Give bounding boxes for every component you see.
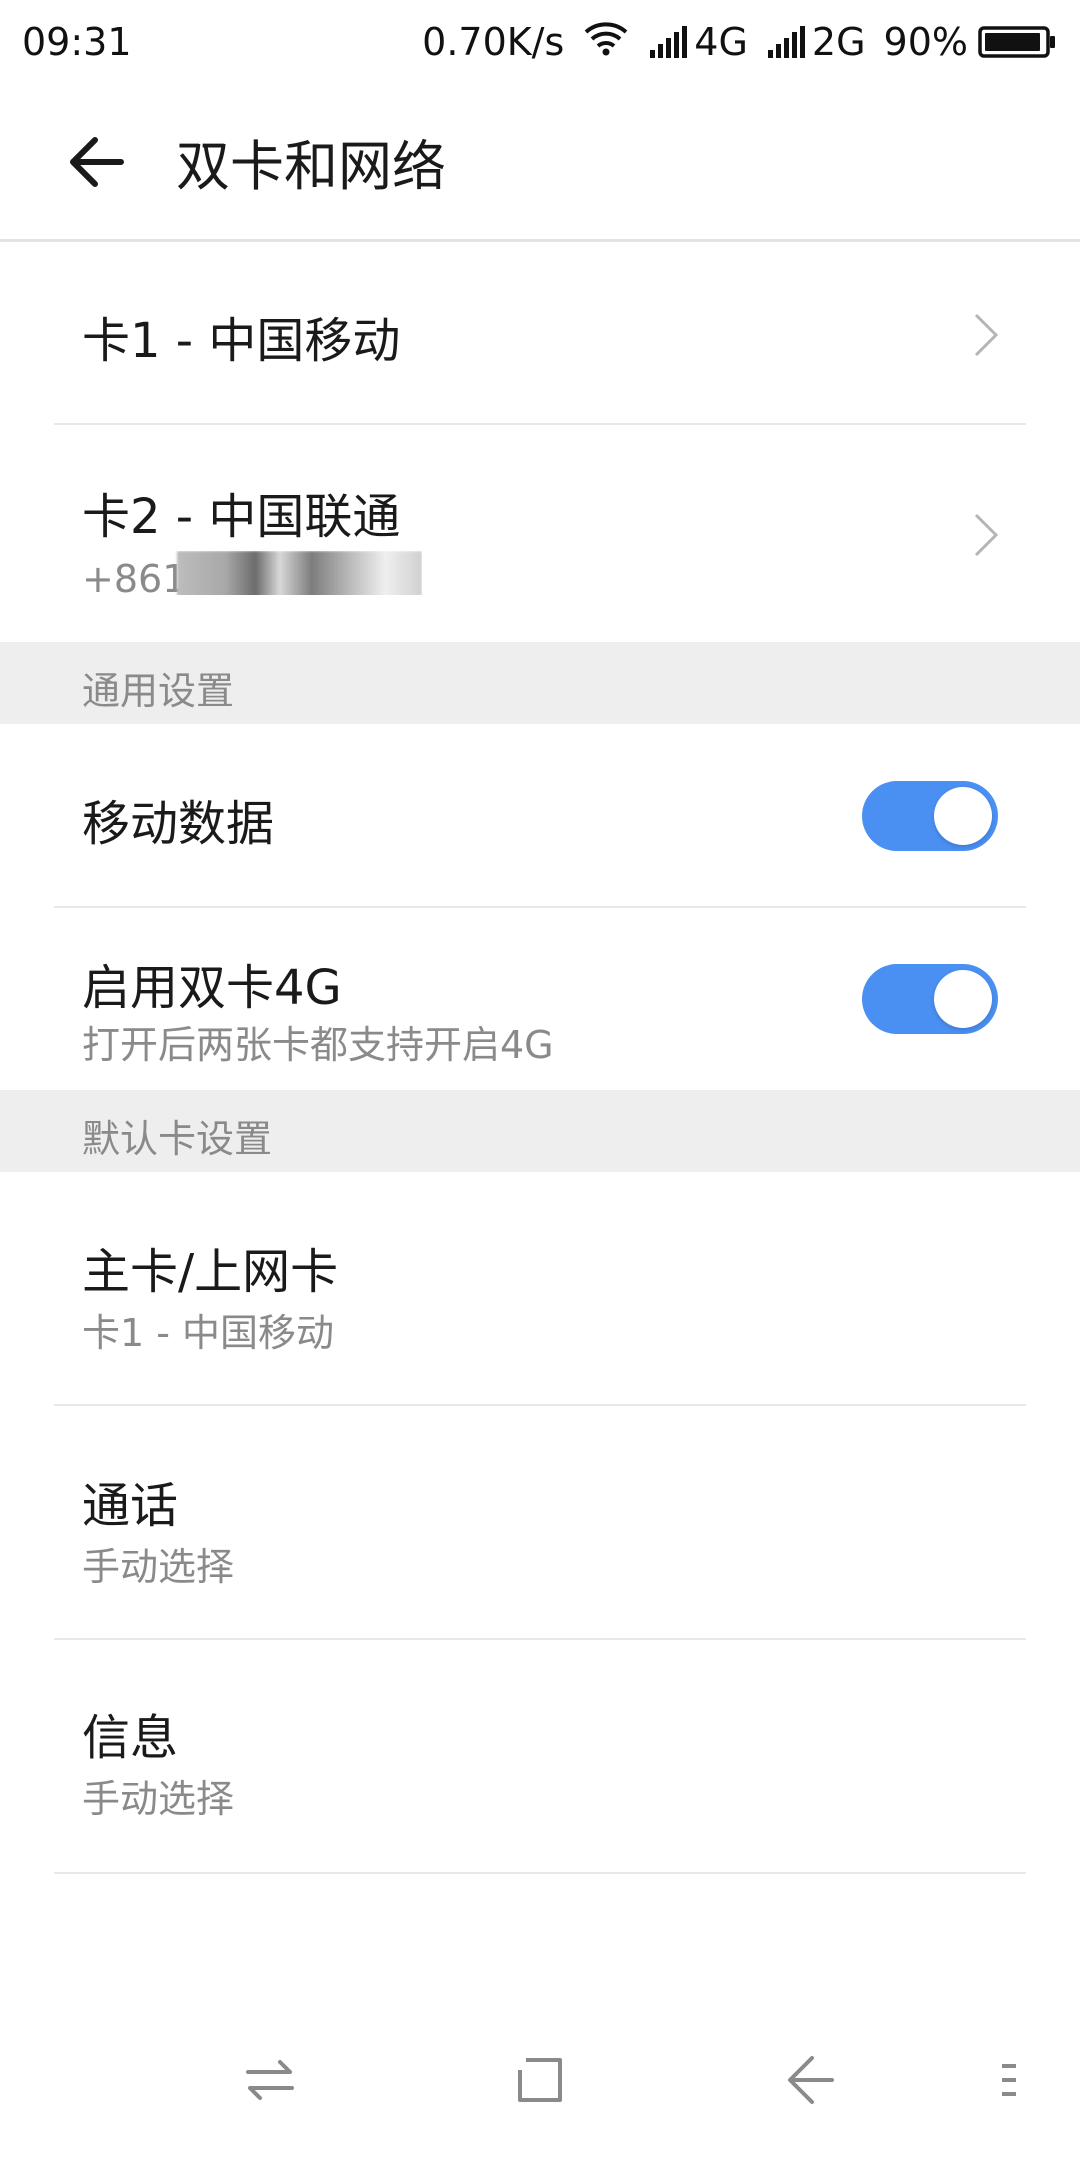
mobile-data-row[interactable]: 移动数据 — [0, 724, 1080, 908]
section-title-default-card: 默认卡设置 — [82, 1117, 273, 1161]
page-title: 双卡和网络 — [176, 135, 446, 198]
battery: 90% — [884, 20, 1058, 64]
call-value: 手动选择 — [82, 1545, 235, 1589]
battery-icon — [978, 26, 1055, 58]
home-square-icon — [518, 2058, 562, 2102]
switch-icon — [246, 2060, 294, 2100]
toggle-knob — [934, 787, 992, 845]
menu-icon — [1002, 2064, 1016, 2096]
primary-card-row[interactable]: 主卡/上网卡 卡1 - 中国移动 — [0, 1172, 1080, 1406]
call-row[interactable]: 通话 手动选择 — [0, 1406, 1080, 1640]
call-label: 通话 — [82, 1478, 179, 1534]
back-button[interactable] — [42, 107, 152, 217]
message-value: 手动选择 — [82, 1777, 235, 1821]
primary-card-value: 卡1 - 中国移动 — [82, 1311, 335, 1355]
primary-card-label: 主卡/上网卡 — [82, 1244, 339, 1300]
sim-card-2-number: +86131 — [82, 551, 422, 595]
toggle-knob — [934, 970, 992, 1028]
message-row[interactable]: 信息 手动选择 — [0, 1640, 1080, 1874]
mobile-data-toggle[interactable] — [862, 781, 998, 851]
section-title-general: 通用设置 — [82, 669, 235, 713]
dual-4g-toggle[interactable] — [862, 964, 998, 1034]
section-header-default-card: 默认卡设置 — [0, 1090, 1080, 1172]
wifi-icon — [582, 20, 630, 65]
back-nav-button[interactable] — [770, 2040, 850, 2120]
sim2-network-type: 2G — [811, 20, 866, 64]
section-header-general: 通用设置 — [0, 642, 1080, 724]
signal-icon — [650, 26, 688, 58]
sim2-signal: 2G — [766, 20, 866, 64]
back-icon — [788, 2056, 834, 2104]
redaction-mask — [177, 551, 422, 595]
home-button[interactable] — [500, 2040, 580, 2120]
arrow-left-icon — [70, 136, 124, 187]
sim-card-2-label: 卡2 - 中国联通 — [82, 489, 401, 545]
sim-card-1-row[interactable]: 卡1 - 中国移动 — [0, 245, 1080, 425]
signal-icon — [767, 26, 805, 58]
battery-level: 90% — [883, 20, 968, 64]
message-label: 信息 — [82, 1710, 179, 1766]
network-speed: 0.70K/s — [422, 20, 565, 64]
sim-card-2-row[interactable]: 卡2 - 中国联通 +86131 — [0, 427, 1080, 642]
status-time: 09:31 — [22, 20, 132, 64]
dual-4g-description: 打开后两张卡都支持开启4G — [82, 1023, 554, 1067]
switch-apps-button[interactable] — [230, 2040, 310, 2120]
chevron-right-icon — [966, 505, 1006, 565]
chevron-right-icon — [966, 305, 1006, 365]
status-bar: 09:31 0.70K/s 4G 2G 90% — [0, 0, 1080, 84]
app-header: 双卡和网络 — [0, 84, 1080, 242]
dual-4g-label: 启用双卡4G — [82, 960, 342, 1016]
sim1-signal: 4G — [648, 20, 748, 64]
sim1-network-type: 4G — [694, 20, 748, 64]
navigation-bar — [0, 2020, 1080, 2140]
menu-button[interactable] — [980, 2040, 1040, 2120]
sim-card-1-label: 卡1 - 中国移动 — [82, 313, 401, 369]
dual-4g-row[interactable]: 启用双卡4G 打开后两张卡都支持开启4G — [0, 908, 1080, 1090]
mobile-data-label: 移动数据 — [82, 796, 275, 852]
